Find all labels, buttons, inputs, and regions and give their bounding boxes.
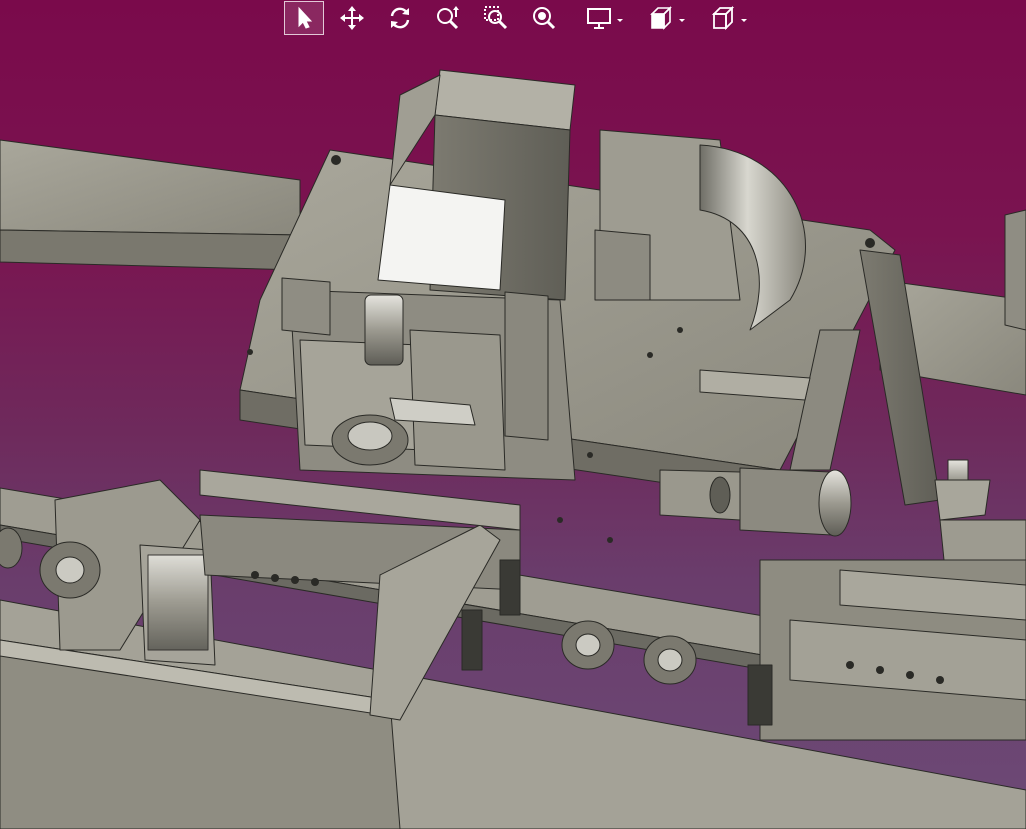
zoom-window-icon — [484, 6, 508, 30]
move-arrows-icon — [340, 6, 364, 30]
select-tool-button[interactable] — [284, 1, 324, 35]
chevron-down-icon[interactable] — [676, 11, 688, 23]
monitor-icon — [587, 8, 611, 29]
view-toolbar — [280, 0, 754, 36]
rotate-icon — [390, 7, 410, 29]
chevron-down-icon[interactable] — [738, 11, 750, 23]
wireframe-cube-icon — [711, 5, 735, 31]
view-orientation-button[interactable] — [696, 1, 750, 35]
cad-3d-viewport[interactable] — [0, 0, 1026, 829]
rotate-tool-button[interactable] — [380, 1, 420, 35]
machine-assembly-model[interactable] — [0, 0, 1026, 829]
shaded-cube-icon — [650, 6, 672, 30]
zoom-window-button[interactable] — [476, 1, 516, 35]
zoom-updown-icon — [437, 6, 459, 30]
chevron-down-icon[interactable] — [614, 11, 626, 23]
render-mode-button[interactable] — [634, 1, 688, 35]
cursor-arrow-icon — [298, 6, 313, 29]
pan-tool-button[interactable] — [332, 1, 372, 35]
zoom-wheel-button[interactable] — [428, 1, 468, 35]
display-mode-button[interactable] — [572, 1, 626, 35]
zoom-fit-button[interactable] — [524, 1, 564, 35]
zoom-fit-icon — [533, 7, 556, 30]
